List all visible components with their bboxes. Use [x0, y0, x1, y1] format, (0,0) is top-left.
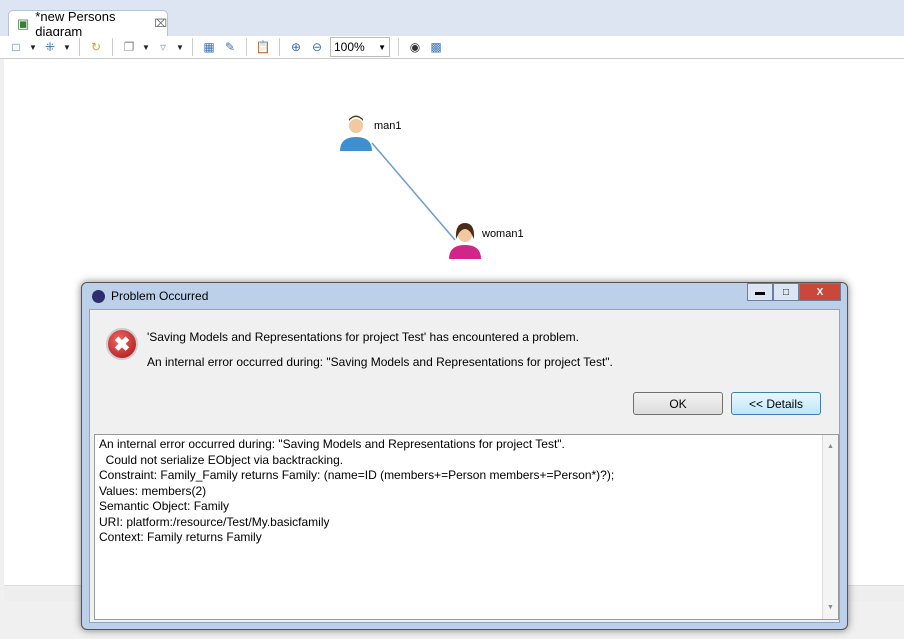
error-icon: ✖: [106, 328, 138, 360]
separator: [79, 38, 80, 56]
man-icon: [340, 115, 372, 151]
problem-dialog: Problem Occurred ▬ □ X ✖ 'Saving Models …: [81, 282, 848, 630]
details-line: Could not serialize EObject via backtrac…: [99, 452, 344, 467]
arrange-icon[interactable]: □: [8, 39, 24, 55]
minimize-button[interactable]: ▬: [747, 283, 773, 301]
woman-icon: [449, 223, 481, 259]
refresh-icon[interactable]: ↻: [88, 39, 104, 55]
filter-icon[interactable]: ▿: [155, 39, 171, 55]
arrange-dropdown[interactable]: ▼: [29, 43, 37, 52]
close-tab-icon[interactable]: ⌧: [154, 17, 167, 30]
details-line: Constraint: Family_Family returns Family…: [99, 468, 615, 482]
dialog-title: Problem Occurred: [111, 289, 209, 303]
error-detail-message: An internal error occurred during: "Savi…: [147, 355, 613, 369]
paste-format-icon[interactable]: 📋: [255, 39, 271, 55]
relation-edge: [371, 142, 456, 241]
diagram-outline-icon[interactable]: ▩: [428, 39, 444, 55]
show-element-icon[interactable]: ▦: [201, 39, 217, 55]
separator: [279, 38, 280, 56]
separator: [398, 38, 399, 56]
details-line: URI: platform:/resource/Test/My.basicfam…: [99, 514, 330, 529]
node-label[interactable]: man1: [374, 120, 402, 132]
toolbar: □ ▼ ⁜ ▼ ↻ ❐ ▼ ▿ ▼ ▦ ✎ 📋 ⊕ ⊖ 100% ▼ ◉ ▩: [0, 36, 904, 59]
dialog-titlebar: Problem Occurred: [82, 283, 847, 309]
select-dropdown[interactable]: ▼: [63, 43, 71, 52]
ok-button[interactable]: OK: [633, 392, 723, 415]
select-icon[interactable]: ⁜: [42, 39, 58, 55]
node-label[interactable]: woman1: [482, 228, 524, 240]
camera-icon[interactable]: ◉: [407, 39, 423, 55]
eclipse-icon: [92, 289, 105, 303]
details-line: Semantic Object: Family: [99, 499, 230, 513]
tab-persons-diagram[interactable]: ▣ *new Persons diagram ⌧: [8, 8, 168, 39]
layers-icon[interactable]: ❐: [121, 39, 137, 55]
vertical-scrollbar[interactable]: ▲ ▼: [822, 435, 838, 619]
filter-dropdown[interactable]: ▼: [176, 43, 184, 52]
separator: [192, 38, 193, 56]
zoom-in-icon[interactable]: ⊕: [288, 39, 304, 55]
details-button[interactable]: << Details: [731, 392, 821, 415]
details-line: Values: members(2): [99, 483, 207, 498]
details-textarea[interactable]: An internal error occurred during: "Savi…: [94, 434, 839, 620]
maximize-button[interactable]: □: [773, 283, 799, 301]
error-message: 'Saving Models and Representations for p…: [147, 330, 579, 344]
zoom-select[interactable]: 100% ▼: [330, 37, 390, 57]
details-line: An internal error occurred during: "Savi…: [99, 437, 565, 451]
dialog-body: ✖ 'Saving Models and Representations for…: [89, 309, 840, 623]
zoom-value: 100%: [334, 40, 365, 54]
editor-tab-bar: ▣ *new Persons diagram ⌧: [0, 0, 904, 39]
chevron-down-icon: ▼: [378, 42, 386, 52]
tab-title: *new Persons diagram: [35, 8, 116, 39]
pin-icon[interactable]: ✎: [222, 39, 238, 55]
zoom-out-icon[interactable]: ⊖: [309, 39, 325, 55]
details-line: Context: Family returns Family: [99, 530, 262, 544]
separator: [112, 38, 113, 56]
close-button[interactable]: X: [799, 283, 841, 301]
layers-dropdown[interactable]: ▼: [142, 43, 150, 52]
separator: [246, 38, 247, 56]
diagram-icon: ▣: [17, 15, 30, 31]
